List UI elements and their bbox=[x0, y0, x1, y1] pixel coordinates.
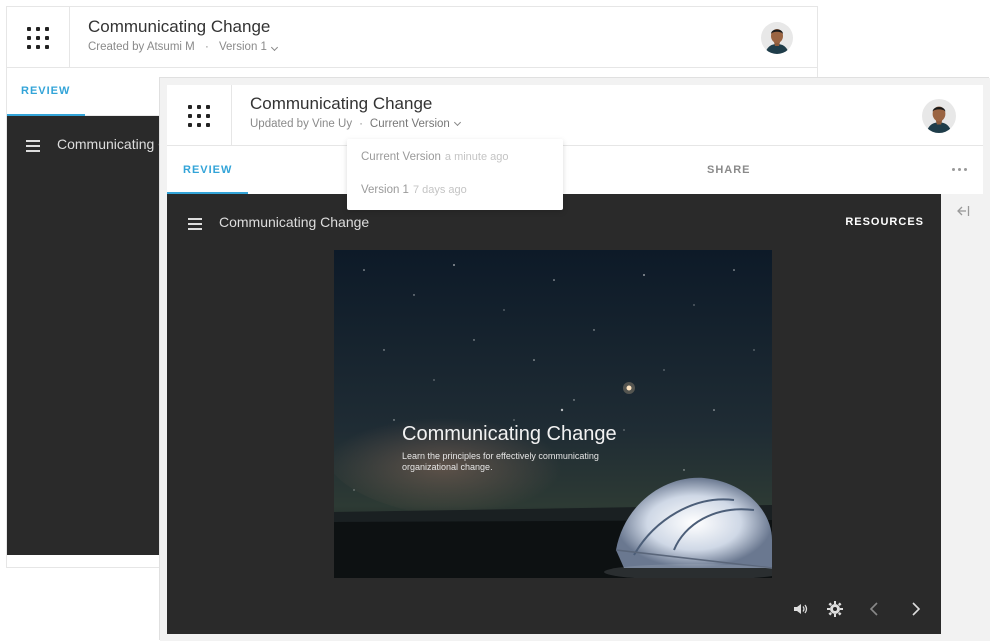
back-version-selector[interactable]: Version 1 bbox=[219, 41, 278, 53]
avatar[interactable] bbox=[922, 99, 956, 133]
hamburger-icon[interactable] bbox=[26, 140, 40, 152]
course-title: Communicating Change bbox=[250, 94, 433, 113]
back-player-title: Communicating C bbox=[57, 136, 167, 152]
grid-icon bbox=[27, 26, 49, 49]
chevron-left-icon[interactable] bbox=[864, 599, 884, 619]
more-options-icon[interactable] bbox=[952, 168, 967, 171]
back-course-title: Communicating Change bbox=[88, 17, 271, 36]
foreground-window: Communicating Change Updated by Vine Uy … bbox=[160, 78, 990, 641]
tab-share[interactable]: SHARE bbox=[707, 164, 751, 176]
chevron-right-icon[interactable] bbox=[906, 599, 926, 619]
front-header: Communicating Change Updated by Vine Uy … bbox=[167, 85, 983, 146]
chevron-down-icon bbox=[453, 118, 461, 127]
meta-separator: · bbox=[359, 118, 363, 130]
tab-bar: REVIEW SHARE bbox=[167, 146, 983, 194]
app-launcher-button[interactable] bbox=[7, 7, 70, 68]
course-player: Communicating Change RESOURCES Communica… bbox=[167, 194, 941, 634]
version-dropdown-menu: Current Version a minute ago Version 17 d… bbox=[347, 139, 563, 210]
updated-by-text: Updated by Vine Uy bbox=[250, 118, 353, 130]
app-launcher-button[interactable] bbox=[167, 85, 232, 146]
tab-review[interactable]: REVIEW bbox=[183, 164, 232, 176]
night-sky-tent-image bbox=[334, 250, 772, 578]
dropdown-item-version-1[interactable]: Version 17 days ago bbox=[361, 184, 467, 196]
volume-icon[interactable] bbox=[791, 599, 811, 619]
back-player: Communicating C bbox=[7, 116, 167, 555]
grid-icon bbox=[188, 104, 210, 127]
player-title: Communicating Change bbox=[219, 214, 370, 230]
collapse-sidebar-icon[interactable] bbox=[956, 204, 970, 216]
course-meta: Updated by Vine Uy · Current Version bbox=[250, 118, 461, 130]
chevron-down-icon bbox=[270, 43, 278, 52]
created-by-text: Created by Atsumi M bbox=[88, 41, 195, 53]
back-course-meta: Created by Atsumi M · Version 1 bbox=[88, 41, 278, 53]
gear-icon[interactable] bbox=[825, 599, 845, 619]
back-tab-review[interactable]: REVIEW bbox=[21, 85, 70, 97]
slide-title: Communicating Change bbox=[402, 423, 617, 445]
dropdown-item-current-version[interactable]: Current Version a minute ago bbox=[361, 151, 509, 163]
meta-separator: · bbox=[204, 41, 209, 53]
avatar[interactable] bbox=[761, 22, 793, 54]
version-selector[interactable]: Current Version bbox=[370, 118, 461, 130]
player-controls bbox=[787, 599, 927, 619]
slide-description: Learn the principles for effectively com… bbox=[402, 451, 599, 472]
slide-image: Communicating Change Learn the principle… bbox=[334, 250, 772, 578]
back-header: Communicating Change Created by Atsumi M… bbox=[7, 7, 817, 68]
resources-button[interactable]: RESOURCES bbox=[845, 216, 924, 228]
hamburger-icon[interactable] bbox=[188, 218, 202, 230]
